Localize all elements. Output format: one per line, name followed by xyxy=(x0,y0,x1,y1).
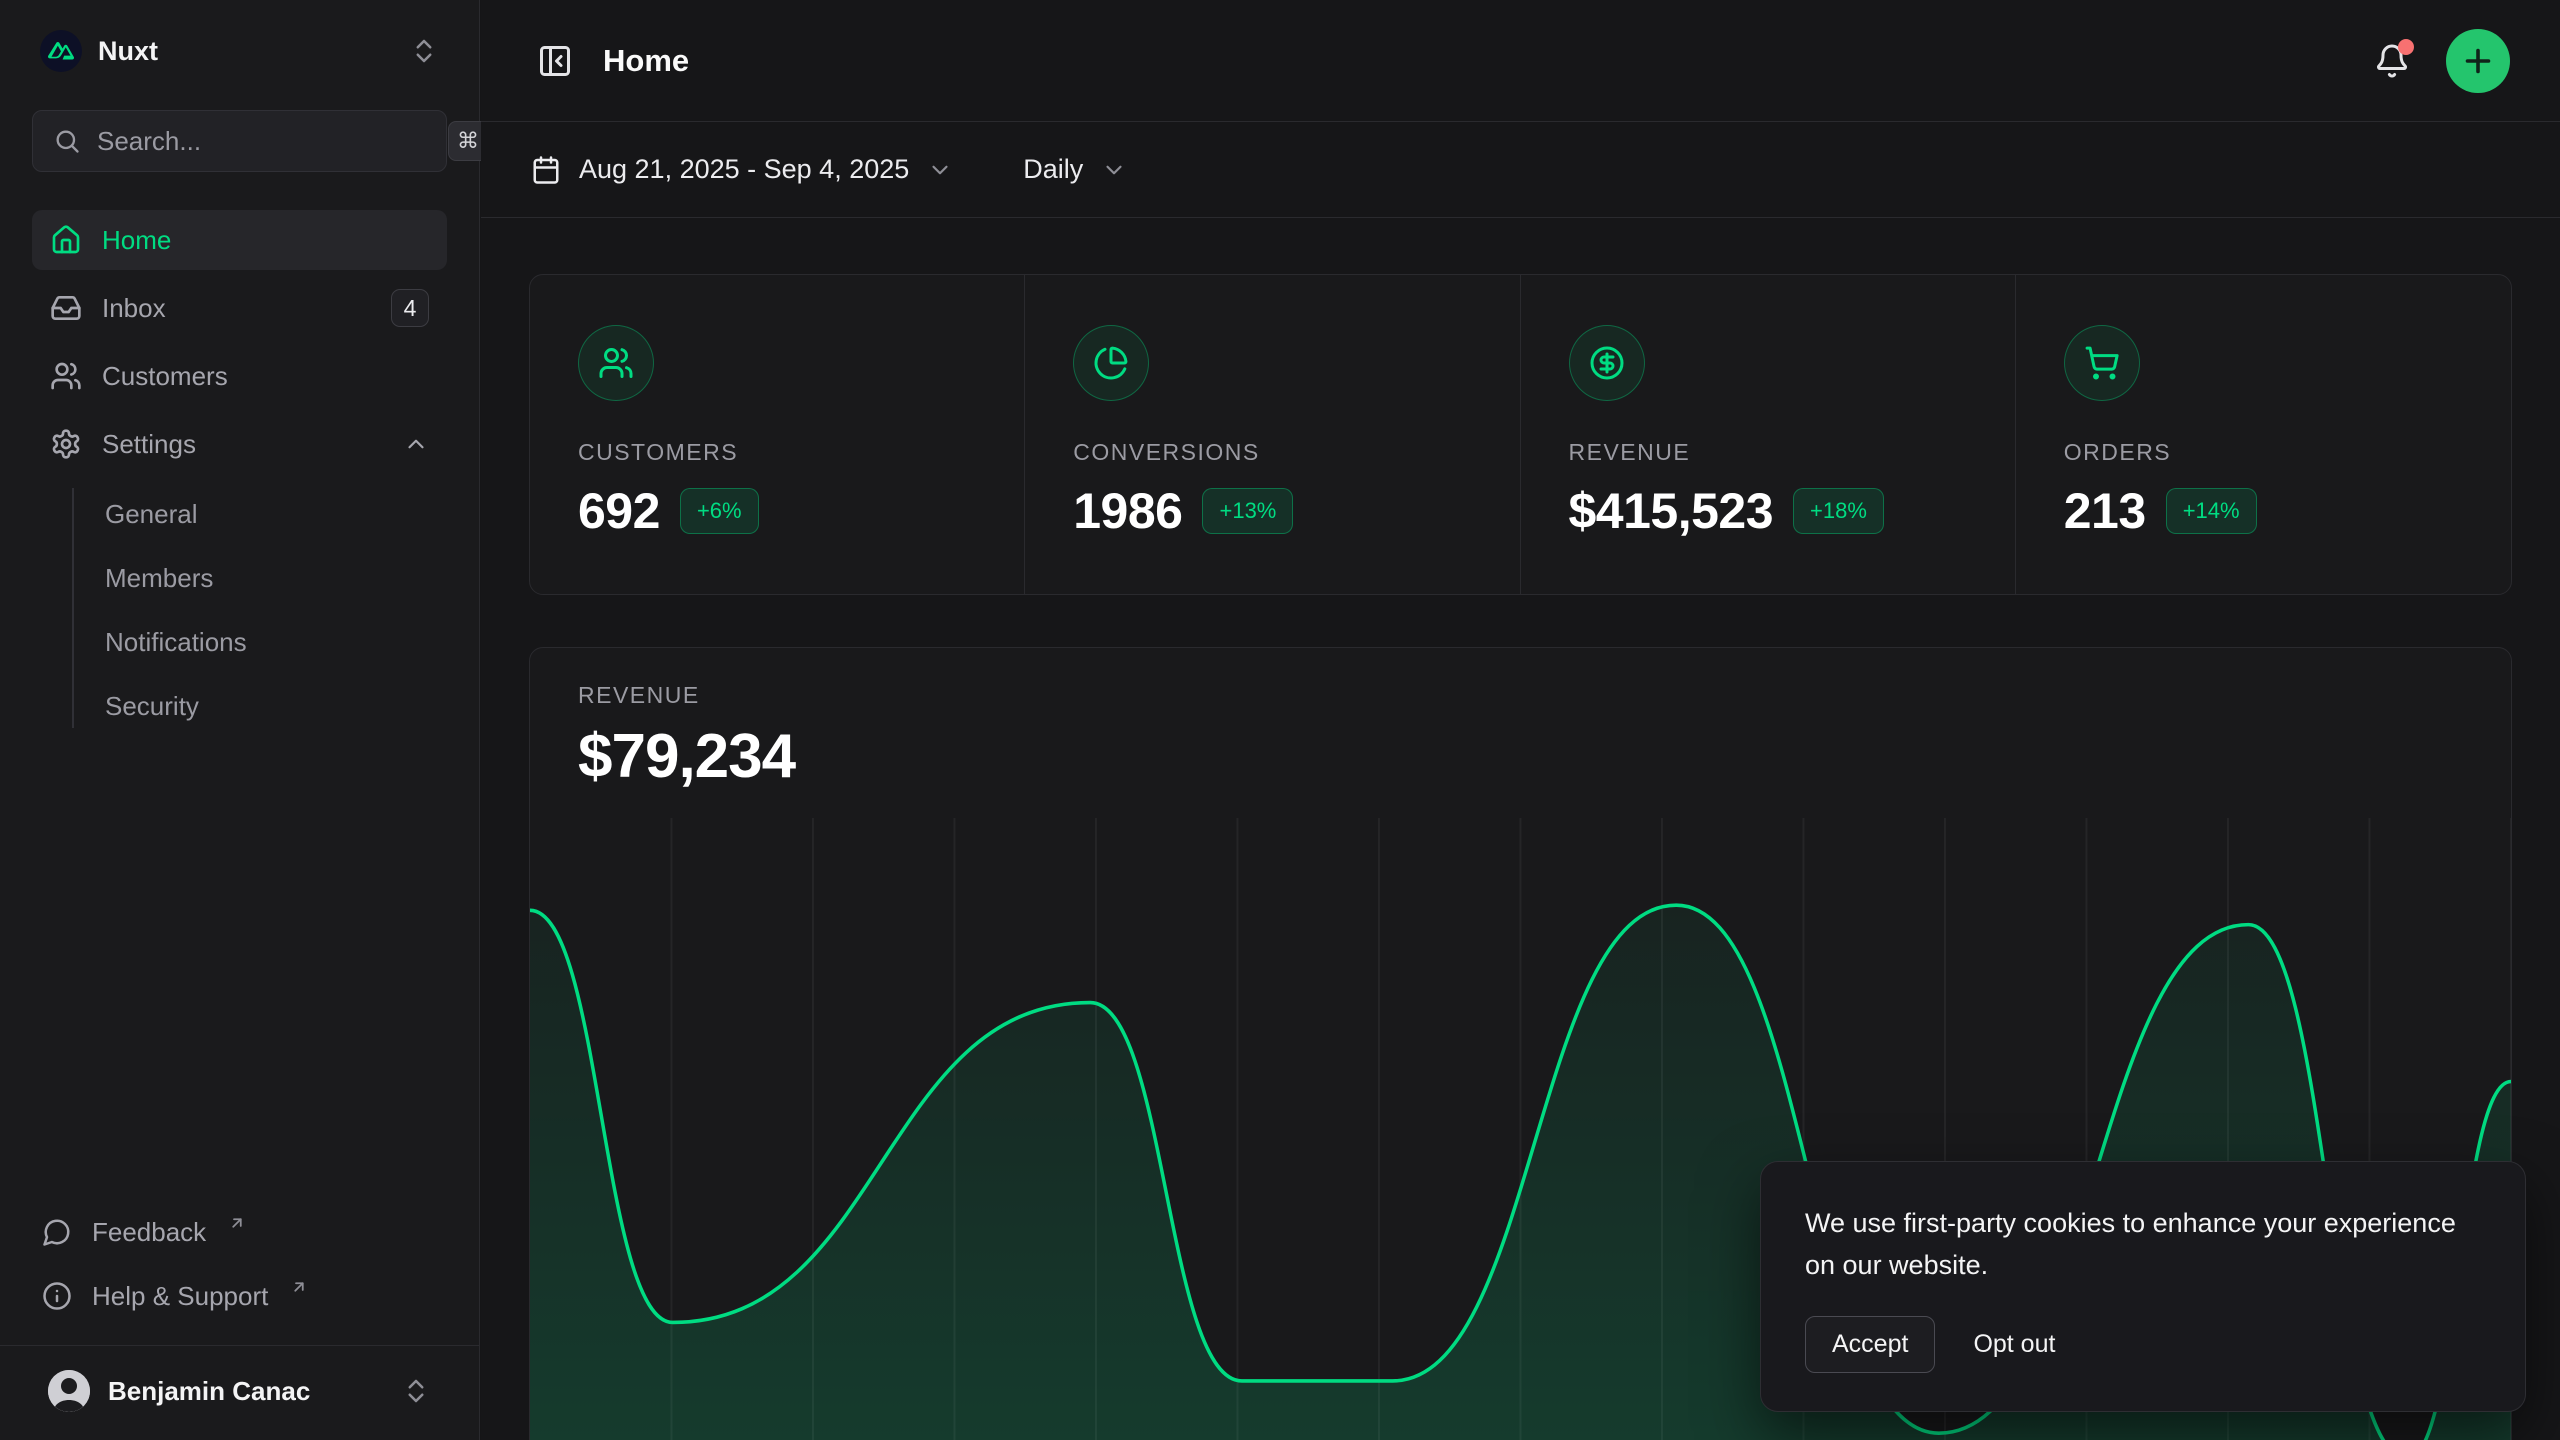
users-icon xyxy=(578,325,654,401)
sidebar-item-customers[interactable]: Customers xyxy=(32,346,447,406)
sidebar-item-security[interactable]: Security xyxy=(105,674,447,738)
subnav-label: General xyxy=(105,499,198,530)
home-icon xyxy=(50,224,82,256)
page-header: Home xyxy=(481,0,2560,122)
search-field[interactable] xyxy=(97,126,432,157)
page-title: Home xyxy=(603,43,689,79)
stat-delta-badge: +6% xyxy=(680,488,759,534)
search-icon xyxy=(53,127,81,155)
footer-item-label: Help & Support xyxy=(92,1281,268,1312)
user-menu[interactable]: Benjamin Canac xyxy=(40,1362,439,1420)
sidebar-item-label: Inbox xyxy=(102,293,166,324)
stats-row: CUSTOMERS 692 +6% CONVERSIONS 1986 +13% xyxy=(529,274,2512,595)
info-icon xyxy=(42,1281,72,1311)
sidebar-item-label: Settings xyxy=(102,429,196,460)
external-link-icon xyxy=(228,1214,246,1232)
notification-dot xyxy=(2398,39,2414,55)
stat-value: 692 xyxy=(578,482,660,540)
stat-value: 213 xyxy=(2064,482,2146,540)
granularity-label: Daily xyxy=(1023,154,1083,185)
inbox-count-badge: 4 xyxy=(391,289,429,327)
sidebar-item-settings[interactable]: Settings xyxy=(32,414,447,474)
chevrons-up-down-icon xyxy=(409,36,439,66)
feedback-link[interactable]: Feedback xyxy=(32,1201,447,1263)
users-icon xyxy=(50,360,82,392)
add-button[interactable] xyxy=(2446,29,2510,93)
sidebar-item-inbox[interactable]: Inbox 4 xyxy=(32,278,447,338)
sidebar-footer: Feedback Help & Support xyxy=(32,1201,447,1345)
sidebar-item-label: Home xyxy=(102,225,171,256)
subnav-label: Members xyxy=(105,563,213,594)
stat-value: $415,523 xyxy=(1569,482,1774,540)
subnav-label: Security xyxy=(105,691,199,722)
chart-label: REVENUE xyxy=(578,682,2463,709)
granularity-select[interactable]: Daily xyxy=(1023,154,1127,185)
chevron-up-icon xyxy=(403,431,429,457)
sidebar-item-members[interactable]: Members xyxy=(105,546,447,610)
notifications-button[interactable] xyxy=(2368,37,2416,85)
gear-icon xyxy=(50,428,82,460)
stat-orders[interactable]: ORDERS 213 +14% xyxy=(2016,275,2511,594)
stat-label: CUSTOMERS xyxy=(578,439,976,466)
nuxt-logo-icon xyxy=(40,30,82,72)
external-link-icon xyxy=(290,1278,308,1296)
chevron-down-icon xyxy=(927,157,953,183)
stat-label: ORDERS xyxy=(2064,439,2463,466)
team-name: Nuxt xyxy=(98,36,158,67)
stat-delta-badge: +14% xyxy=(2166,488,2257,534)
search-input[interactable]: ⌘ K xyxy=(32,110,447,172)
panel-left-close-icon xyxy=(537,43,573,79)
date-range-label: Aug 21, 2025 - Sep 4, 2025 xyxy=(579,154,909,185)
filters-toolbar: Aug 21, 2025 - Sep 4, 2025 Daily xyxy=(481,122,2560,218)
chevrons-up-down-icon xyxy=(401,1376,431,1406)
stat-revenue[interactable]: REVENUE $415,523 +18% xyxy=(1521,275,2016,594)
user-section: Benjamin Canac xyxy=(0,1345,479,1440)
sidebar-nav: Home Inbox 4 Customers Settings General … xyxy=(32,210,447,738)
opt-out-button[interactable]: Opt out xyxy=(1973,1330,2055,1359)
settings-subnav: General Members Notifications Security xyxy=(32,482,447,738)
stat-label: REVENUE xyxy=(1569,439,1967,466)
cookie-banner: We use first-party cookies to enhance yo… xyxy=(1760,1161,2526,1412)
chevron-down-icon xyxy=(1101,157,1127,183)
stat-label: CONVERSIONS xyxy=(1073,439,1471,466)
plus-icon xyxy=(2460,43,2496,79)
team-switcher[interactable]: Nuxt xyxy=(32,26,447,76)
cookie-message: We use first-party cookies to enhance yo… xyxy=(1805,1202,2481,1286)
sidebar: Nuxt ⌘ K Home Inbox 4 Customers Settings xyxy=(0,0,480,1440)
pie-chart-icon xyxy=(1073,325,1149,401)
subnav-label: Notifications xyxy=(105,627,247,658)
stat-value: 1986 xyxy=(1073,482,1182,540)
cart-icon xyxy=(2064,325,2140,401)
inbox-icon xyxy=(50,292,82,324)
chat-bubble-icon xyxy=(42,1217,72,1247)
chart-value: $79,234 xyxy=(578,721,2463,792)
date-range-picker[interactable]: Aug 21, 2025 - Sep 4, 2025 xyxy=(531,154,953,185)
footer-item-label: Feedback xyxy=(92,1217,206,1248)
stat-customers[interactable]: CUSTOMERS 692 +6% xyxy=(530,275,1025,594)
stat-delta-badge: +13% xyxy=(1202,488,1293,534)
sidebar-item-general[interactable]: General xyxy=(105,482,447,546)
sidebar-item-home[interactable]: Home xyxy=(32,210,447,270)
sidebar-item-notifications[interactable]: Notifications xyxy=(105,610,447,674)
stat-delta-badge: +18% xyxy=(1793,488,1884,534)
accept-button[interactable]: Accept xyxy=(1805,1316,1935,1373)
sidebar-item-label: Customers xyxy=(102,361,228,392)
sidebar-collapse-button[interactable] xyxy=(531,37,579,85)
user-name: Benjamin Canac xyxy=(108,1376,310,1407)
dollar-circle-icon xyxy=(1569,325,1645,401)
stat-conversions[interactable]: CONVERSIONS 1986 +13% xyxy=(1025,275,1520,594)
help-support-link[interactable]: Help & Support xyxy=(32,1265,447,1327)
calendar-icon xyxy=(531,155,561,185)
avatar xyxy=(48,1370,90,1412)
